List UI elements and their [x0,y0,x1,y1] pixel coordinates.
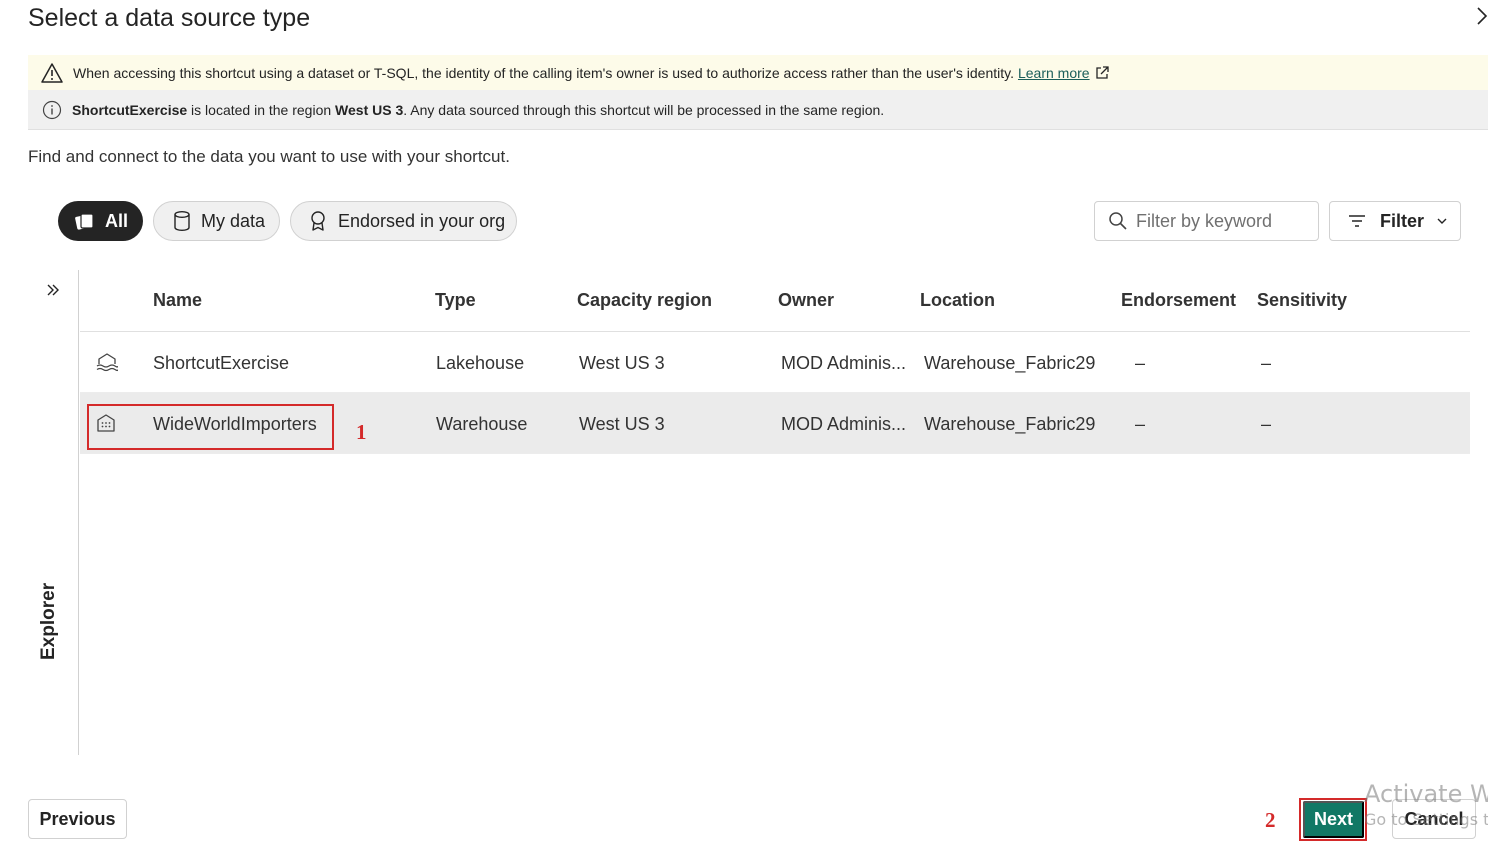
table-header: Name Type Capacity region Owner Location… [80,270,1470,332]
header-capacity-region[interactable]: Capacity region [577,290,712,311]
chevron-down-icon [1437,218,1447,224]
external-link-icon[interactable] [1094,65,1110,81]
cell-sensitivity: – [1261,414,1272,434]
search-input[interactable] [1136,210,1316,232]
filter-button[interactable]: Filter [1329,201,1461,241]
next-button[interactable]: Next [1303,801,1364,838]
filter-pill-my-data[interactable]: My data [153,201,280,241]
info-text-1: is located in the region [187,101,336,118]
warning-text: When accessing this shortcut using a dat… [73,64,1014,81]
expand-chevrons-icon[interactable] [45,282,61,298]
step-number-1: 1 [356,420,367,444]
filter-label: Filter [1380,210,1425,231]
info-text-2: . Any data sourced through this shortcut… [403,101,885,118]
cell-name: ShortcutExercise [153,353,290,373]
pill-my-data-label: My data [201,210,266,231]
cell-owner: MOD Adminis... [781,353,907,373]
all-items-icon [75,213,94,230]
filter-pill-all[interactable]: All [58,201,143,241]
filter-lines-icon [1349,215,1365,227]
cell-owner: MOD Adminis... [781,414,907,434]
header-type[interactable]: Type [435,290,476,311]
cancel-button[interactable]: Cancel [1392,799,1476,839]
lakehouse-icon [96,353,118,372]
header-name[interactable]: Name [153,290,202,311]
learn-more-link[interactable]: Learn more [1018,65,1090,81]
dialog-title: Select a data source type [28,4,311,32]
filter-search-box[interactable] [1094,201,1319,241]
explorer-label: Explorer [38,582,59,660]
table-row[interactable]: ShortcutExercise Lakehouse West US 3 MOD… [80,332,1470,393]
intro-text: Find and connect to the data you want to… [28,147,510,166]
ribbon-badge-icon [311,211,325,231]
cell-region: West US 3 [579,414,665,434]
info-message-bar: ShortcutExercise is located in the regio… [28,90,1488,130]
close-icon[interactable] [1474,6,1488,26]
search-icon [1109,212,1127,230]
info-icon [42,100,62,119]
explorer-pane: Explorer [28,270,79,755]
cell-location: Warehouse_Fabric29 [924,414,1096,434]
pill-endorsed-label: Endorsed in your org [338,210,506,231]
previous-button[interactable]: Previous [28,799,127,839]
step-number-2: 2 [1265,808,1276,832]
header-owner[interactable]: Owner [778,290,834,311]
header-sensitivity[interactable]: Sensitivity [1257,290,1347,311]
cell-location: Warehouse_Fabric29 [924,353,1096,373]
warning-icon [41,62,63,83]
database-icon [174,211,190,232]
cell-type: Warehouse [436,414,528,434]
header-location[interactable]: Location [920,290,995,311]
cell-type: Lakehouse [436,353,525,373]
info-region: West US 3 [335,101,404,118]
info-item-name: ShortcutExercise [72,101,188,118]
cell-region: West US 3 [579,353,665,373]
highlight-box-row [87,404,334,450]
cell-endorsement: – [1135,414,1146,434]
pill-all-label: All [105,210,129,231]
cell-sensitivity: – [1261,353,1272,373]
header-endorsement[interactable]: Endorsement [1121,290,1236,311]
cell-endorsement: – [1135,353,1146,373]
filter-pill-endorsed[interactable]: Endorsed in your org [290,201,517,241]
warning-message-bar: When accessing this shortcut using a dat… [28,55,1488,90]
